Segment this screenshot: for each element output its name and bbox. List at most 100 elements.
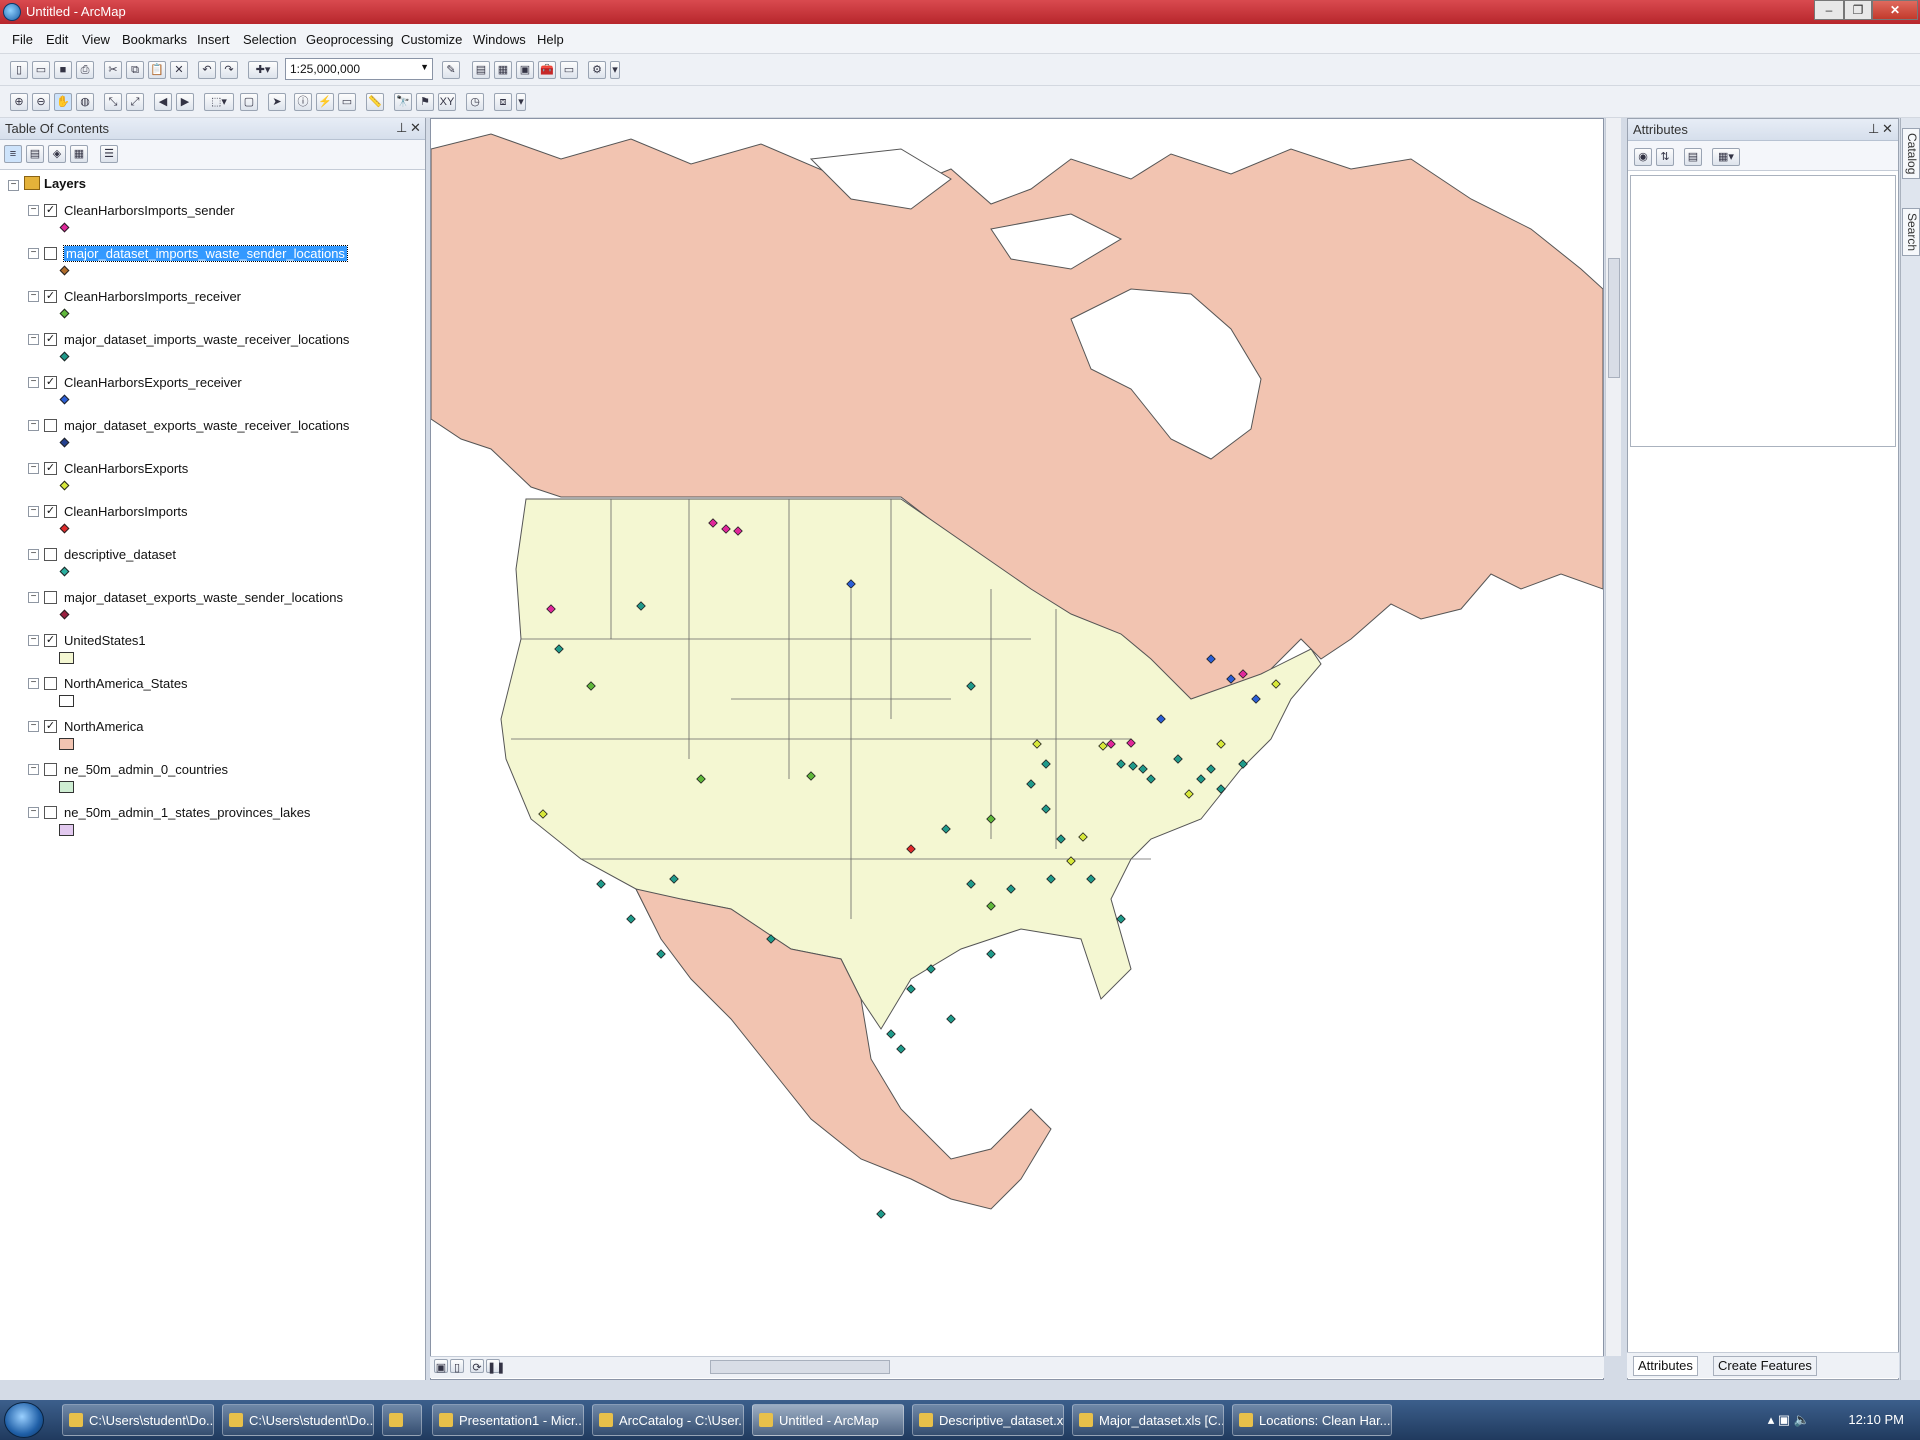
- layer-name[interactable]: major_dataset_exports_waste_sender_locat…: [64, 590, 343, 605]
- measure-icon[interactable]: 📏: [366, 93, 384, 111]
- layer-visibility-checkbox[interactable]: [44, 591, 57, 604]
- layer-name[interactable]: NorthAmerica_States: [64, 676, 188, 691]
- collapse-icon[interactable]: −: [28, 506, 39, 517]
- taskbar-item[interactable]: [382, 1404, 422, 1436]
- collapse-icon[interactable]: −: [28, 334, 39, 345]
- search-window-icon[interactable]: ▣: [516, 61, 534, 79]
- layer-name[interactable]: ne_50m_admin_0_countries: [64, 762, 228, 777]
- open-icon[interactable]: ▭: [32, 61, 50, 79]
- toolbar-options-icon[interactable]: ▾: [516, 93, 526, 111]
- save-icon[interactable]: ■: [54, 61, 72, 79]
- full-extent-icon[interactable]: ◍: [76, 93, 94, 111]
- field-icon[interactable]: ▤: [1684, 148, 1702, 166]
- back-extent-icon[interactable]: ◀: [154, 93, 172, 111]
- close-icon[interactable]: ✕: [1882, 121, 1893, 137]
- tab-create-features[interactable]: Create Features: [1713, 1356, 1817, 1376]
- zoom-out-icon[interactable]: ⊖: [32, 93, 50, 111]
- collapse-icon[interactable]: −: [28, 592, 39, 603]
- model-builder-icon[interactable]: ⚙: [588, 61, 606, 79]
- pin-icon[interactable]: ⊥: [396, 120, 407, 136]
- layer-visibility-checkbox[interactable]: ✓: [44, 376, 57, 389]
- copy-icon[interactable]: ⧉: [126, 61, 144, 79]
- collapse-icon[interactable]: −: [28, 764, 39, 775]
- layer-name[interactable]: CleanHarborsExports: [64, 461, 188, 476]
- taskbar-item[interactable]: C:\Users\student\Do...: [222, 1404, 374, 1436]
- map-canvas[interactable]: [431, 119, 1603, 1357]
- menu-view[interactable]: View: [82, 32, 110, 47]
- select-features-icon[interactable]: ⬚▾: [204, 93, 234, 111]
- collapse-icon[interactable]: −: [8, 180, 19, 191]
- close-button[interactable]: ✕: [1872, 0, 1918, 20]
- layer-visibility-checkbox[interactable]: ✓: [44, 462, 57, 475]
- cut-icon[interactable]: ✂: [104, 61, 122, 79]
- layer-name[interactable]: CleanHarborsImports_receiver: [64, 289, 241, 304]
- close-icon[interactable]: ✕: [410, 120, 421, 136]
- menu-selection[interactable]: Selection: [243, 32, 296, 47]
- refresh-icon[interactable]: ⟳: [470, 1359, 484, 1374]
- collapse-icon[interactable]: −: [28, 205, 39, 216]
- menu-edit[interactable]: Edit: [46, 32, 68, 47]
- identify-icon[interactable]: ⓘ: [294, 93, 312, 111]
- taskbar-item[interactable]: ArcCatalog - C:\User...: [592, 1404, 744, 1436]
- layer-name[interactable]: ne_50m_admin_1_states_provinces_lakes: [64, 805, 310, 820]
- maximize-button[interactable]: ❐: [1844, 0, 1872, 20]
- menu-insert[interactable]: Insert: [197, 32, 230, 47]
- select-elements-icon[interactable]: ➤: [268, 93, 286, 111]
- delete-icon[interactable]: ✕: [170, 61, 188, 79]
- layer-name[interactable]: CleanHarborsImports: [64, 504, 188, 519]
- catalog-side-tab[interactable]: Catalog: [1902, 128, 1920, 180]
- minimize-button[interactable]: –: [1814, 0, 1844, 20]
- pan-icon[interactable]: ✋: [54, 93, 72, 111]
- layer-visibility-checkbox[interactable]: [44, 548, 57, 561]
- horizontal-scroll-thumb[interactable]: [710, 1360, 890, 1374]
- layer-name[interactable]: major_dataset_exports_waste_receiver_loc…: [64, 418, 349, 433]
- create-viewer-window-icon[interactable]: ⧈: [494, 93, 512, 111]
- table-of-contents-icon[interactable]: ▤: [472, 61, 490, 79]
- html-popup-icon[interactable]: ▭: [338, 93, 356, 111]
- menu-help[interactable]: Help: [537, 32, 564, 47]
- collapse-icon[interactable]: −: [28, 721, 39, 732]
- time-slider-icon[interactable]: ◷: [466, 93, 484, 111]
- new-document-icon[interactable]: ▯: [10, 61, 28, 79]
- list-by-drawing-order-icon[interactable]: ≡: [4, 145, 22, 163]
- menu-file[interactable]: File: [12, 32, 33, 47]
- collapse-icon[interactable]: −: [28, 549, 39, 560]
- layer-name[interactable]: UnitedStates1: [64, 633, 146, 648]
- collapse-icon[interactable]: −: [28, 248, 39, 259]
- menu-windows[interactable]: Windows: [473, 32, 526, 47]
- layer-visibility-checkbox[interactable]: ✓: [44, 333, 57, 346]
- editor-toolbar-icon[interactable]: ✎: [442, 61, 460, 79]
- start-button[interactable]: [4, 1402, 44, 1438]
- zoom-in-icon[interactable]: ⊕: [10, 93, 28, 111]
- taskbar-item[interactable]: Major_dataset.xls [C...: [1072, 1404, 1224, 1436]
- attributes-list[interactable]: [1630, 175, 1896, 447]
- map-view[interactable]: [430, 118, 1604, 1380]
- undo-icon[interactable]: ↶: [198, 61, 216, 79]
- scroll-thumb[interactable]: [1608, 258, 1620, 378]
- layout-view-icon[interactable]: ▯: [450, 1359, 464, 1374]
- layer-visibility-checkbox[interactable]: [44, 806, 57, 819]
- layer-name[interactable]: descriptive_dataset: [64, 547, 176, 562]
- add-data-icon[interactable]: ✚▾: [248, 61, 278, 79]
- list-by-visibility-icon[interactable]: ◈: [48, 145, 66, 163]
- collapse-icon[interactable]: −: [28, 420, 39, 431]
- find-route-icon[interactable]: ⚑: [416, 93, 434, 111]
- find-icon[interactable]: 🔭: [394, 93, 412, 111]
- go-to-xy-icon[interactable]: XY: [438, 93, 456, 111]
- layers-root[interactable]: Layers: [44, 176, 86, 191]
- collapse-icon[interactable]: −: [28, 463, 39, 474]
- layer-visibility-checkbox[interactable]: ✓: [44, 634, 57, 647]
- sort-icon[interactable]: ⇅: [1656, 148, 1674, 166]
- layer-visibility-checkbox[interactable]: ✓: [44, 204, 57, 217]
- layer-name[interactable]: CleanHarborsImports_sender: [64, 203, 235, 218]
- forward-extent-icon[interactable]: ▶: [176, 93, 194, 111]
- data-view-icon[interactable]: ▣: [434, 1359, 448, 1374]
- layer-visibility-checkbox[interactable]: [44, 247, 57, 260]
- taskbar-item[interactable]: Presentation1 - Micr...: [432, 1404, 584, 1436]
- search-side-tab[interactable]: Search: [1902, 208, 1920, 257]
- layer-name[interactable]: major_dataset_imports_waste_sender_locat…: [63, 245, 348, 262]
- system-tray-icons[interactable]: ▴ ▣ 🔈: [1768, 1412, 1810, 1428]
- clear-selection-icon[interactable]: ▢: [240, 93, 258, 111]
- layer-visibility-checkbox[interactable]: [44, 677, 57, 690]
- map-scale-select[interactable]: 1:25,000,000 ▼: [285, 58, 433, 80]
